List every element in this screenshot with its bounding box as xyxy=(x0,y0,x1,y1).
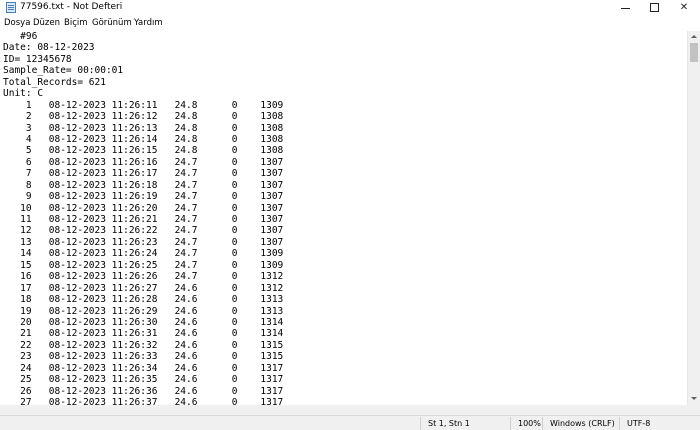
minimize-button[interactable] xyxy=(612,0,640,16)
status-divider xyxy=(420,417,421,430)
text-line: 2 08-12-2023 11:26:12 24.8 0 1308 xyxy=(3,111,284,123)
text-line: 22 08-12-2023 11:26:32 24.6 0 1315 xyxy=(3,339,284,351)
menu-format[interactable]: Biçim xyxy=(64,18,88,29)
status-bar: St 1, Stn 1 100% Windows (CRLF) UTF-8 xyxy=(0,415,700,430)
text-line: 25 08-12-2023 11:26:35 24.6 0 1317 xyxy=(3,374,284,386)
text-line: #96 xyxy=(3,31,38,42)
menu-bar: Dosya Düzen Biçim Görünüm Yardım xyxy=(0,16,700,31)
text-line: 7 08-12-2023 11:26:17 24.7 0 1307 xyxy=(3,168,284,180)
maximize-icon xyxy=(650,3,659,12)
text-line: 24 08-12-2023 11:26:34 24.6 0 1317 xyxy=(3,362,284,374)
status-divider xyxy=(542,417,543,430)
vertical-scrollbar[interactable] xyxy=(687,31,700,405)
text-line: 13 08-12-2023 11:26:23 24.7 0 1307 xyxy=(3,236,284,248)
text-line: Date: 08-12-2023 xyxy=(3,42,95,54)
text-line: 26 08-12-2023 11:26:36 24.6 0 1317 xyxy=(3,385,284,397)
scroll-thumb[interactable] xyxy=(690,43,698,62)
text-line: 23 08-12-2023 11:26:33 24.6 0 1315 xyxy=(3,351,284,363)
window-title: 77596.txt - Not Defteri xyxy=(20,2,123,12)
text-line: 27 08-12-2023 11:26:37 24.6 0 1317 xyxy=(3,397,284,405)
text-line: 5 08-12-2023 11:26:15 24.8 0 1308 xyxy=(3,145,284,157)
text-line: 4 08-12-2023 11:26:14 24.8 0 1308 xyxy=(3,133,284,145)
menu-help[interactable]: Yardım xyxy=(134,18,163,29)
scroll-down-icon[interactable] xyxy=(688,393,700,404)
text-line: Unit: C xyxy=(3,88,44,100)
horizontal-scroll-area xyxy=(0,405,700,415)
text-line: 21 08-12-2023 11:26:31 24.6 0 1314 xyxy=(3,328,284,340)
status-zoom: 100% xyxy=(518,419,541,428)
text-editor[interactable]: #96 Date: 08-12-2023 ID= 12345678 Sample_Ra… xyxy=(0,31,687,405)
close-button[interactable]: ✕ xyxy=(670,0,698,16)
title-bar: 77596.txt - Not Defteri ✕ xyxy=(0,0,700,16)
text-line: 12 08-12-2023 11:26:22 24.7 0 1307 xyxy=(3,225,284,237)
text-line: 20 08-12-2023 11:26:30 24.6 0 1314 xyxy=(3,316,284,328)
text-line: 14 08-12-2023 11:26:24 24.7 0 1309 xyxy=(3,248,284,260)
status-encoding: UTF-8 xyxy=(627,419,651,428)
text-line: 18 08-12-2023 11:26:28 24.6 0 1313 xyxy=(3,294,284,306)
maximize-button[interactable] xyxy=(641,0,669,16)
editor-content: #96 Date: 08-12-2023 ID= 12345678 Sample_Ra… xyxy=(3,31,283,405)
text-line: 19 08-12-2023 11:26:29 24.6 0 1313 xyxy=(3,305,284,317)
menu-edit[interactable]: Düzen xyxy=(33,18,60,29)
text-line: 3 08-12-2023 11:26:13 24.8 0 1308 xyxy=(3,122,284,134)
text-line: 1 08-12-2023 11:26:11 24.8 0 1309 xyxy=(3,99,284,111)
text-line: ID= 12345678 xyxy=(3,53,72,65)
minimize-icon xyxy=(621,8,630,9)
text-line: 17 08-12-2023 11:26:27 24.6 0 1312 xyxy=(3,282,284,294)
text-line: 8 08-12-2023 11:26:18 24.7 0 1307 xyxy=(3,179,284,191)
menu-file[interactable]: Dosya xyxy=(4,18,30,29)
scroll-up-icon[interactable] xyxy=(688,31,700,42)
text-line: 16 08-12-2023 11:26:26 24.7 0 1312 xyxy=(3,271,284,283)
status-divider xyxy=(619,417,620,430)
text-line: Total_Records= 621 xyxy=(3,76,106,88)
menu-view[interactable]: Görünüm xyxy=(92,18,132,29)
text-line: 9 08-12-2023 11:26:19 24.7 0 1307 xyxy=(3,191,284,203)
status-position: St 1, Stn 1 xyxy=(428,419,470,428)
text-line: 10 08-12-2023 11:26:20 24.7 0 1307 xyxy=(3,202,284,214)
text-line: 11 08-12-2023 11:26:21 24.7 0 1307 xyxy=(3,214,284,225)
text-line: 15 08-12-2023 11:26:25 24.7 0 1309 xyxy=(3,259,284,271)
close-icon: ✕ xyxy=(679,2,689,13)
notepad-icon xyxy=(6,2,16,13)
status-line-ending: Windows (CRLF) xyxy=(550,419,615,428)
text-line: 6 08-12-2023 11:26:16 24.7 0 1307 xyxy=(3,156,284,168)
status-divider xyxy=(510,417,511,430)
text-line: Sample_Rate= 00:00:01 xyxy=(3,65,124,77)
